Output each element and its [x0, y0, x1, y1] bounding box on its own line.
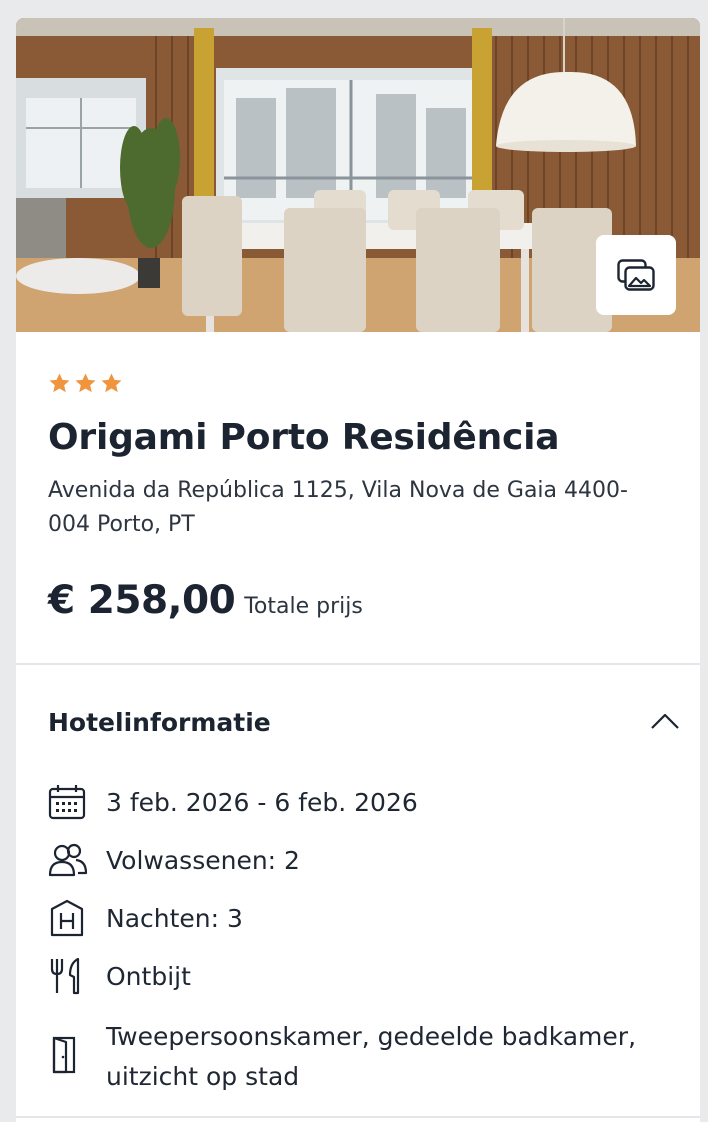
- total-price-label: Totale prijs: [244, 594, 363, 619]
- hotel-address: Avenida da República 1125, Vila Nova de …: [48, 478, 628, 537]
- hotel-info-section: Hotelinformatie 3 feb. 2026 - 6 feb. 202…: [16, 664, 700, 1097]
- total-price: € 258,00: [48, 578, 236, 623]
- cutlery-icon: [48, 957, 90, 995]
- photo-gallery-button[interactable]: [596, 235, 676, 315]
- star-icon: [49, 373, 70, 393]
- hotel-info-header[interactable]: Hotelinformatie: [16, 664, 700, 780]
- meal-row: Ontbijt: [48, 954, 668, 1012]
- photo-gallery-icon: [617, 259, 655, 291]
- users-icon: [48, 841, 90, 879]
- hotel-card: Origami Porto Residência Avenida da Repú…: [16, 18, 700, 1122]
- star-icon: [101, 373, 122, 393]
- room-type-row: Tweepersoonskamer, gedeelde badkamer, ui…: [48, 1014, 668, 1097]
- chevron-up-icon[interactable]: [650, 712, 680, 730]
- adults-row: Volwassenen: 2: [48, 838, 668, 896]
- adults-count: Volwassenen: 2: [106, 846, 300, 875]
- nights-count: Nachten: 3: [106, 904, 243, 933]
- stay-dates-row: 3 feb. 2026 - 6 feb. 2026: [48, 780, 668, 838]
- hotel-summary: Origami Porto Residência Avenida da Repú…: [16, 372, 700, 623]
- meal-plan: Ontbijt: [106, 962, 191, 991]
- hotel-name: Origami Porto Residência: [48, 417, 560, 458]
- star-icon: [75, 373, 96, 393]
- room-type: Tweepersoonskamer, gedeelde badkamer, ui…: [106, 1022, 637, 1091]
- calendar-icon: [48, 783, 90, 821]
- nights-row: Nachten: 3: [48, 896, 668, 954]
- hotel-info-details: 3 feb. 2026 - 6 feb. 2026 Volwassenen: 2: [16, 780, 700, 1097]
- section-divider-bottom: [16, 1116, 700, 1118]
- hotel-photo[interactable]: [16, 18, 700, 332]
- hotel-icon: [48, 899, 90, 937]
- price-row: € 258,00 Totale prijs: [48, 578, 668, 623]
- door-icon: [48, 1036, 90, 1074]
- star-rating: [48, 372, 668, 400]
- stay-dates: 3 feb. 2026 - 6 feb. 2026: [106, 788, 418, 817]
- hotel-info-title: Hotelinformatie: [48, 708, 271, 737]
